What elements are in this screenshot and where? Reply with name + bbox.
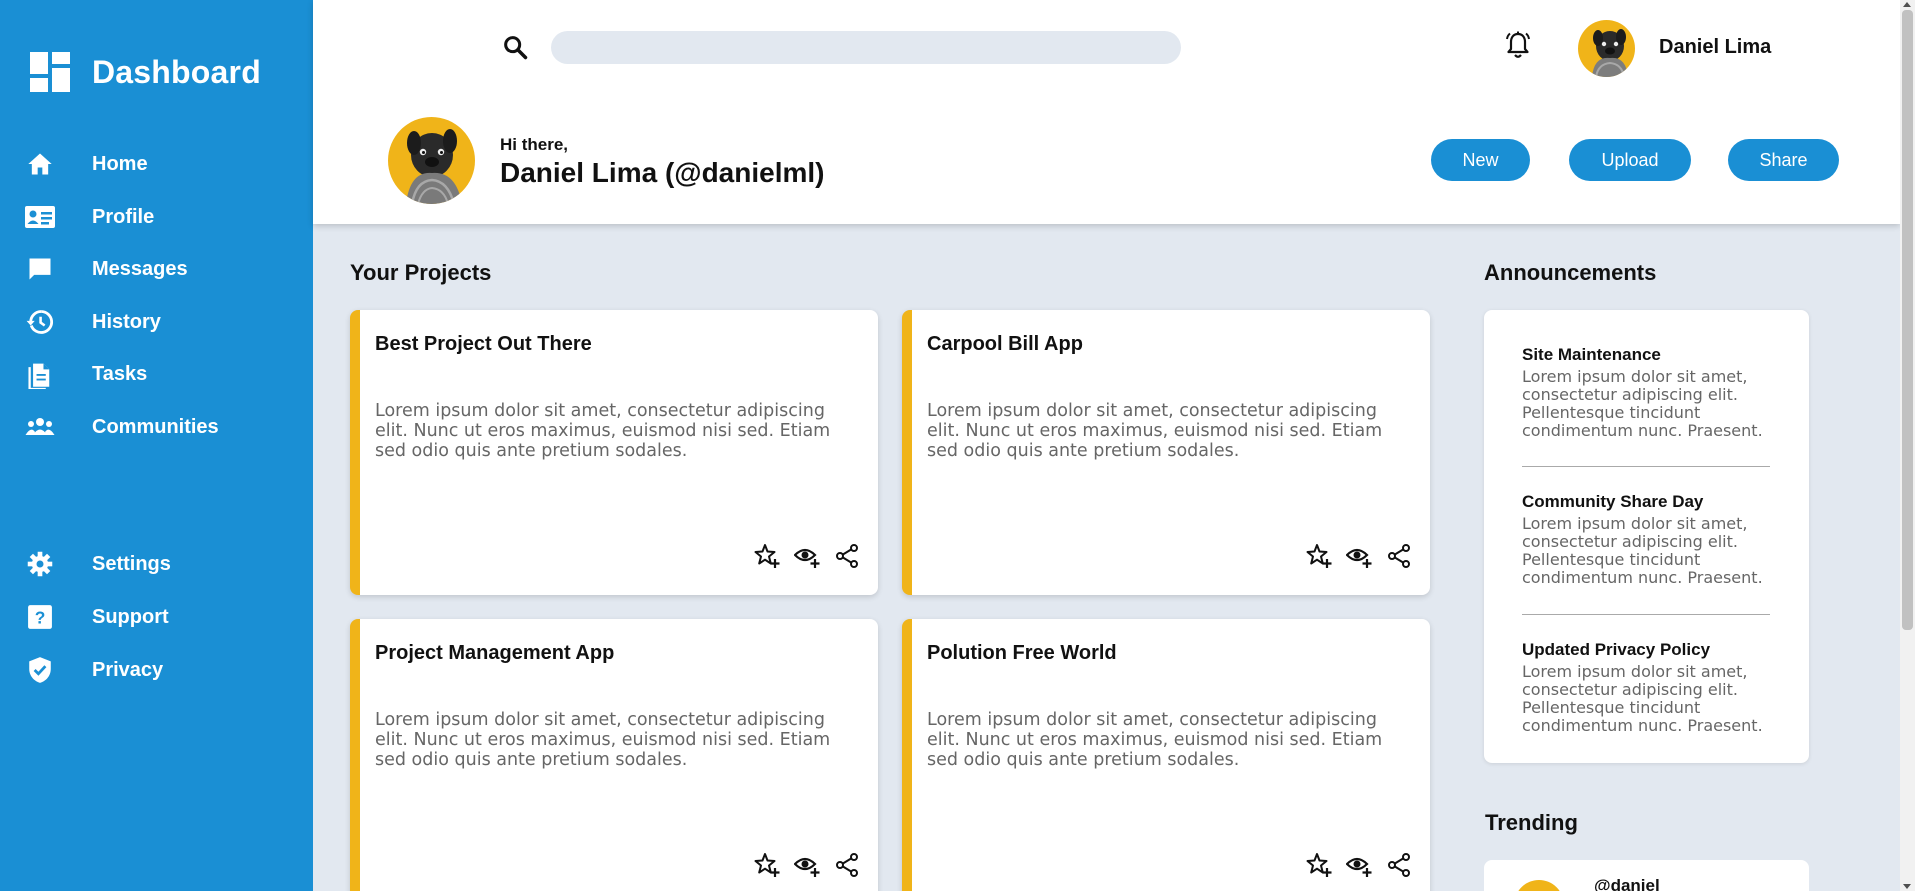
watch-icon[interactable] [1346,852,1372,878]
announcements-panel: Site Maintenance Lorem ipsum dolor sit a… [1484,310,1809,763]
project-title[interactable]: Polution Free World [927,642,1117,665]
card-actions [754,852,860,878]
trending-username[interactable]: @daniel [1594,876,1660,891]
project-title[interactable]: Project Management App [375,642,614,665]
document-icon [24,358,56,390]
sidebar-item-privacy[interactable]: Privacy [24,653,163,687]
card-actions [754,543,860,569]
trending-panel: @daniel [1484,860,1809,891]
project-description: Lorem ipsum dolor sit amet, consectetur … [927,710,1383,770]
new-button[interactable]: New [1431,139,1530,181]
main-content: Daniel Lima Hi there, Daniel Lima (@dani… [313,0,1900,891]
sidebar-item-label: Tasks [92,362,148,385]
home-icon [24,148,56,180]
announcements-title: Announcements [1484,260,1657,285]
sidebar-item-support[interactable]: ? Support [24,600,169,634]
watch-icon[interactable] [794,852,820,878]
id-card-icon [24,201,56,233]
announcement-title[interactable]: Site Maintenance [1522,345,1772,365]
scroll-up-arrow[interactable] [1903,2,1911,7]
announcement-title[interactable]: Updated Privacy Policy [1522,640,1772,660]
profile-full-name: Daniel Lima (@danielml) [500,157,825,188]
sidebar-item-label: Privacy [92,658,164,681]
project-description: Lorem ipsum dolor sit amet, consectetur … [375,401,831,461]
share-icon[interactable] [1386,852,1412,878]
scrollbar[interactable] [1900,0,1915,891]
gear-icon [24,548,56,580]
project-title[interactable]: Best Project Out There [375,333,592,356]
sidebar: Dashboard Home Profile Messages History … [0,0,313,891]
shield-icon [24,654,56,686]
sidebar-item-history[interactable]: History [24,305,161,339]
star-add-icon[interactable] [1306,852,1332,878]
sidebar-item-home[interactable]: Home [24,147,148,181]
people-icon [24,411,56,443]
sidebar-item-label: Profile [92,205,155,228]
sidebar-item-settings[interactable]: Settings [24,547,171,581]
project-title[interactable]: Carpool Bill App [927,333,1083,356]
project-card[interactable]: Carpool Bill App Lorem ipsum dolor sit a… [902,310,1430,595]
help-icon: ? [24,601,56,633]
card-actions [1306,852,1412,878]
bell-icon[interactable] [1502,29,1534,61]
sidebar-item-profile[interactable]: Profile [24,200,154,234]
announcement-body: Lorem ipsum dolor sit amet, consectetur … [1522,367,1763,440]
watch-icon[interactable] [794,543,820,569]
watch-icon[interactable] [1346,543,1372,569]
announcement-body: Lorem ipsum dolor sit amet, consectetur … [1522,514,1763,587]
announcement-item[interactable]: Updated Privacy Policy Lorem ipsum dolor… [1522,640,1772,735]
star-add-icon[interactable] [1306,543,1332,569]
avatar[interactable] [1578,20,1635,77]
projects-title: Your Projects [350,260,492,285]
announcement-item[interactable]: Community Share Day Lorem ipsum dolor si… [1522,492,1772,587]
upload-button[interactable]: Upload [1569,139,1691,181]
profile-avatar[interactable] [388,117,475,204]
sidebar-item-label: Home [92,152,148,175]
scroll-down-arrow[interactable] [1903,884,1911,889]
header: Daniel Lima Hi there, Daniel Lima (@dani… [313,0,1900,224]
history-icon [24,306,56,338]
divider [1522,466,1770,467]
project-card[interactable]: Best Project Out There Lorem ipsum dolor… [350,310,878,595]
share-button[interactable]: Share [1728,139,1839,181]
announcement-body: Lorem ipsum dolor sit amet, consectetur … [1522,662,1763,735]
dashboard-icon [30,52,70,92]
sidebar-item-label: Settings [92,552,171,575]
announcement-title[interactable]: Community Share Day [1522,492,1772,512]
sidebar-item-label: Communities [92,415,219,438]
sidebar-item-label: Support [92,605,169,628]
divider [1522,614,1770,615]
sidebar-item-tasks[interactable]: Tasks [24,357,147,391]
brand[interactable]: Dashboard [30,52,261,92]
share-icon[interactable] [834,543,860,569]
search-input[interactable] [551,31,1181,64]
sidebar-item-label: History [92,310,161,333]
sidebar-item-messages[interactable]: Messages [24,252,188,286]
brand-title: Dashboard [92,53,261,90]
announcement-item[interactable]: Site Maintenance Lorem ipsum dolor sit a… [1522,345,1772,440]
share-icon[interactable] [834,852,860,878]
project-card[interactable]: Project Management App Lorem ipsum dolor… [350,619,878,891]
sidebar-item-communities[interactable]: Communities [24,410,219,444]
user-name[interactable]: Daniel Lima [1659,36,1771,59]
card-actions [1306,543,1412,569]
project-description: Lorem ipsum dolor sit amet, consectetur … [375,710,831,770]
project-card[interactable]: Polution Free World Lorem ipsum dolor si… [902,619,1430,891]
share-icon[interactable] [1386,543,1412,569]
avatar[interactable] [1514,880,1564,891]
star-add-icon[interactable] [754,852,780,878]
project-description: Lorem ipsum dolor sit amet, consectetur … [927,401,1383,461]
svg-text:?: ? [35,608,46,628]
greeting: Hi there, [500,135,569,154]
trending-title: Trending [1485,810,1578,835]
scrollbar-thumb[interactable] [1902,10,1913,630]
search-icon[interactable] [501,33,529,61]
chat-icon [24,253,56,285]
sidebar-item-label: Messages [92,257,188,280]
star-add-icon[interactable] [754,543,780,569]
